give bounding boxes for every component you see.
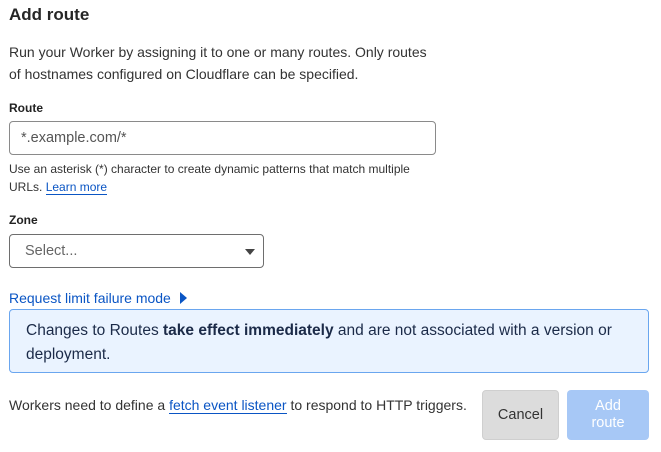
cancel-button[interactable]: Cancel: [482, 390, 559, 440]
fetch-event-listener-link[interactable]: fetch event listener: [169, 397, 287, 414]
route-label: Route: [9, 101, 43, 115]
footer-text-before: Workers need to define a: [9, 397, 170, 413]
request-limit-failure-mode-toggle[interactable]: Request limit failure mode: [9, 290, 187, 306]
zone-label: Zone: [9, 213, 38, 227]
dialog-title: Add route: [9, 5, 90, 24]
route-help-text: Use an asterisk (*) character to create …: [9, 160, 429, 196]
add-route-button[interactable]: Add route: [567, 390, 649, 440]
caret-right-icon: [179, 292, 187, 304]
zone-select[interactable]: Select...: [9, 234, 264, 268]
notice-prefix: Changes to Routes: [26, 322, 164, 339]
add-route-dialog: Add route Run your Worker by assigning i…: [0, 0, 661, 452]
notice-emphasis: take effect immediately: [163, 322, 334, 339]
footer-text-after: to respond to HTTP triggers.: [286, 397, 467, 413]
chevron-down-icon: [245, 249, 255, 255]
request-limit-label: Request limit failure mode: [9, 290, 171, 306]
route-input[interactable]: [9, 121, 436, 155]
learn-more-link[interactable]: Learn more: [45, 180, 108, 195]
dialog-description: Run your Worker by assigning it to one o…: [9, 44, 427, 82]
info-notice: Changes to Routes take effect immediatel…: [9, 309, 649, 373]
footer-note: Workers need to define a fetch event lis…: [9, 395, 469, 416]
zone-select-value: Select...: [25, 243, 78, 259]
